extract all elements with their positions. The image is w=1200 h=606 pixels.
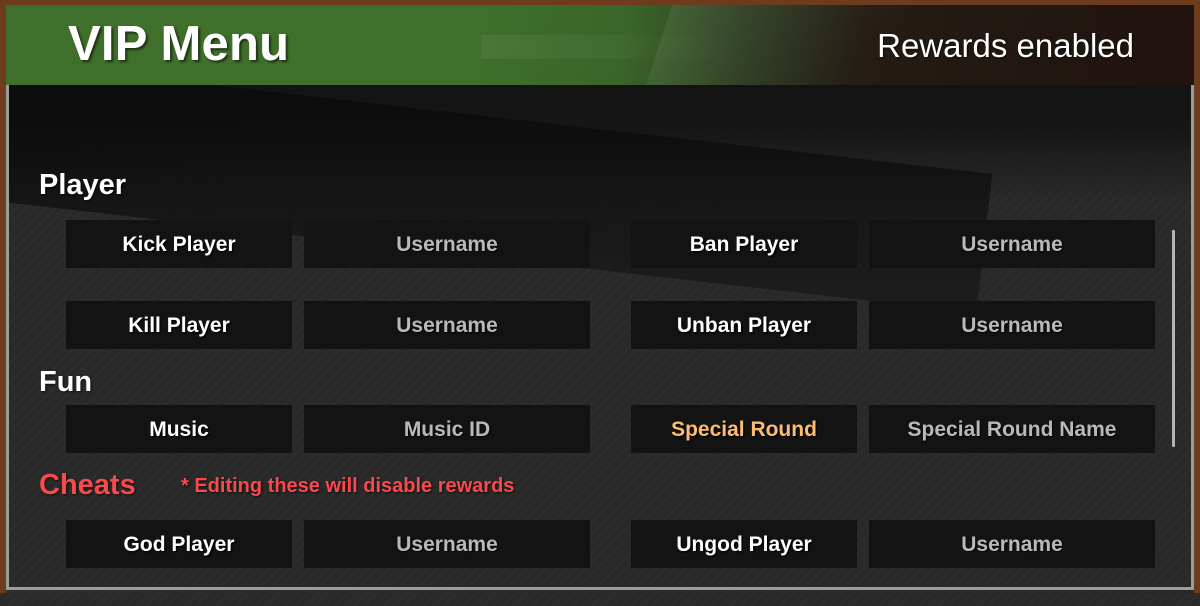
special-round-name-placeholder: Special Round Name xyxy=(907,417,1117,441)
panel-content: Player Kick Player Username Ban Player U… xyxy=(9,85,1191,587)
bottom-strip xyxy=(0,593,1200,606)
rewards-status-label: Rewards enabled xyxy=(877,26,1134,64)
scrollbar-thumb[interactable] xyxy=(1172,230,1175,447)
ban-player-username-placeholder: Username xyxy=(961,232,1063,256)
music-button[interactable]: Music xyxy=(66,405,292,453)
vertical-scrollbar[interactable] xyxy=(1170,230,1178,550)
ban-player-button[interactable]: Ban Player xyxy=(631,220,857,268)
ban-player-username-input[interactable]: Username xyxy=(869,220,1155,268)
vip-menu-screen: VIP Menu Rewards enabled Player Kick Pla… xyxy=(0,0,1200,606)
section-title-cheats: Cheats xyxy=(39,469,136,501)
section-title-fun: Fun xyxy=(39,366,93,398)
kill-player-username-placeholder: Username xyxy=(396,313,498,337)
special-round-label: Special Round xyxy=(671,417,817,441)
section-title-player: Player xyxy=(39,169,127,201)
special-round-button[interactable]: Special Round xyxy=(631,405,857,453)
music-label: Music xyxy=(149,417,209,441)
kick-player-label: Kick Player xyxy=(122,232,236,256)
kick-player-username-input[interactable]: Username xyxy=(304,220,590,268)
unban-player-username-placeholder: Username xyxy=(961,313,1063,337)
kill-player-button[interactable]: Kill Player xyxy=(66,301,292,349)
kill-player-username-input[interactable]: Username xyxy=(304,301,590,349)
unban-player-label: Unban Player xyxy=(676,313,812,337)
ungod-player-label: Ungod Player xyxy=(676,532,812,556)
header-sheen-secondary xyxy=(481,35,743,60)
menu-panel: Player Kick Player Username Ban Player U… xyxy=(6,85,1194,590)
ungod-player-username-input[interactable]: Username xyxy=(869,520,1155,568)
god-player-username-input[interactable]: Username xyxy=(304,520,590,568)
ungod-player-username-placeholder: Username xyxy=(961,532,1063,556)
unban-player-username-input[interactable]: Username xyxy=(869,301,1155,349)
music-id-placeholder: Music ID xyxy=(403,417,491,441)
special-round-name-input[interactable]: Special Round Name xyxy=(869,405,1155,453)
god-player-username-placeholder: Username xyxy=(396,532,498,556)
god-player-button[interactable]: God Player xyxy=(66,520,292,568)
kick-player-username-placeholder: Username xyxy=(396,232,498,256)
ungod-player-button[interactable]: Ungod Player xyxy=(631,520,857,568)
menu-header: VIP Menu Rewards enabled xyxy=(6,5,1194,85)
unban-player-button[interactable]: Unban Player xyxy=(631,301,857,349)
god-player-label: God Player xyxy=(123,532,235,556)
cheats-warning-note: * Editing these will disable rewards xyxy=(181,475,515,497)
kick-player-button[interactable]: Kick Player xyxy=(66,220,292,268)
page-title: VIP Menu xyxy=(68,16,290,71)
music-id-input[interactable]: Music ID xyxy=(304,405,590,453)
ban-player-label: Ban Player xyxy=(689,232,799,256)
kill-player-label: Kill Player xyxy=(128,313,230,337)
